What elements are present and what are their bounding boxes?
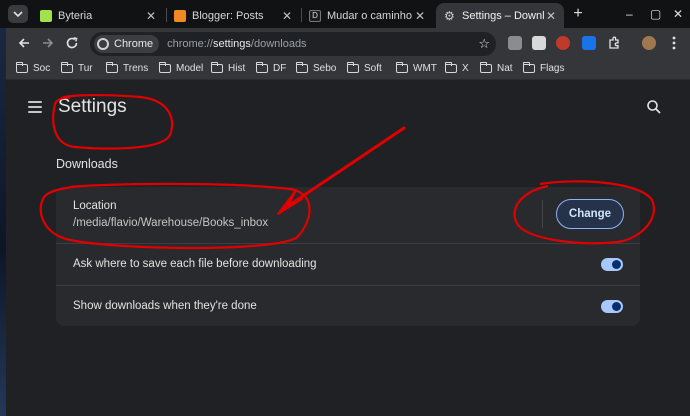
arrow-right-icon bbox=[43, 38, 54, 48]
window-close-button[interactable]: ✕ bbox=[673, 7, 683, 21]
location-divider bbox=[542, 200, 543, 228]
section-title-downloads: Downloads bbox=[56, 157, 118, 171]
change-location-button[interactable]: Change bbox=[556, 199, 624, 229]
address-bar[interactable]: Chrome chrome://settings/downloads ☆ bbox=[90, 32, 496, 56]
bookmark-folder-hist[interactable]: Hist bbox=[210, 62, 245, 74]
chrome-logo-icon bbox=[97, 38, 109, 50]
tab-strip: Byteria ✕ Blogger: Posts ✕ D Mudar o cam… bbox=[0, 0, 690, 28]
ask-where-to-save-label: Ask where to save each file before downl… bbox=[73, 258, 317, 270]
browser-toolbar: Chrome chrome://settings/downloads ☆ bbox=[6, 28, 690, 60]
page-title: Settings bbox=[58, 96, 127, 117]
reload-icon bbox=[66, 37, 78, 49]
folder-icon bbox=[444, 62, 457, 73]
show-downloads-row[interactable]: Show downloads when they're done bbox=[56, 285, 640, 326]
folder-icon bbox=[105, 62, 118, 73]
settings-header: Settings bbox=[6, 81, 690, 135]
tab-title: Settings – Downloa bbox=[462, 9, 544, 22]
site-info-chip[interactable]: Chrome bbox=[94, 35, 160, 53]
chip-label: Chrome bbox=[114, 38, 154, 50]
location-path: /media/flavio/Warehouse/Books_inbox bbox=[73, 217, 269, 229]
folder-icon bbox=[15, 62, 28, 73]
location-label: Location bbox=[73, 200, 117, 212]
bookmark-folder-flags[interactable]: Flags bbox=[522, 62, 564, 74]
close-icon[interactable]: ✕ bbox=[280, 9, 294, 23]
chevron-down-icon bbox=[13, 11, 23, 18]
folder-icon bbox=[395, 62, 408, 73]
url-text: chrome://settings/downloads bbox=[167, 38, 307, 50]
kebab-menu-icon bbox=[672, 36, 676, 50]
browser-window: Byteria ✕ Blogger: Posts ✕ D Mudar o cam… bbox=[0, 0, 690, 416]
tab-title: Blogger: Posts bbox=[192, 9, 264, 22]
bookmark-folder-wmt[interactable]: WMT bbox=[395, 62, 437, 74]
extension-play-icon[interactable] bbox=[508, 36, 522, 50]
folder-icon bbox=[210, 62, 223, 73]
hamburger-menu-icon[interactable] bbox=[28, 101, 42, 113]
gear-icon: ⚙ bbox=[444, 8, 455, 23]
forward-button[interactable] bbox=[40, 36, 56, 52]
toggle-knob bbox=[612, 260, 621, 269]
tab-mudar-o-caminho[interactable]: D Mudar o caminho d ✕ bbox=[301, 3, 433, 28]
location-row: Location /media/flavio/Warehouse/Books_i… bbox=[56, 187, 640, 242]
tab-blogger-posts[interactable]: Blogger: Posts ✕ bbox=[166, 3, 300, 28]
show-downloads-label: Show downloads when they're done bbox=[73, 300, 257, 312]
bookmark-folder-df[interactable]: DF bbox=[255, 62, 286, 74]
bookmark-folder-tur[interactable]: Tur bbox=[60, 62, 93, 74]
blogger-favicon-icon bbox=[174, 9, 186, 22]
bookmark-star-icon[interactable]: ☆ bbox=[478, 36, 490, 52]
bookmark-folder-nat[interactable]: Nat bbox=[479, 62, 513, 74]
toggle-knob bbox=[612, 302, 621, 311]
close-icon[interactable]: ✕ bbox=[413, 9, 427, 23]
new-tab-button[interactable]: + bbox=[570, 6, 586, 22]
tab-search-button[interactable] bbox=[8, 5, 28, 23]
bookmark-folder-trens[interactable]: Trens bbox=[105, 62, 148, 74]
folder-icon bbox=[346, 62, 359, 73]
browser-menu-button[interactable] bbox=[666, 36, 682, 52]
reload-button[interactable] bbox=[64, 36, 80, 52]
tab-byteria[interactable]: Byteria ✕ bbox=[32, 3, 164, 28]
folder-icon bbox=[60, 62, 73, 73]
bookmark-folder-model[interactable]: Model bbox=[158, 62, 203, 74]
folder-icon bbox=[158, 62, 171, 73]
folder-icon bbox=[295, 62, 308, 73]
bookmarks-bar: Soc Tur Trens Model Hist DF Sebo Soft WM… bbox=[6, 60, 690, 80]
folder-icon bbox=[255, 62, 268, 73]
ask-where-to-save-toggle[interactable] bbox=[601, 258, 623, 271]
downloads-settings-card: Location /media/flavio/Warehouse/Books_i… bbox=[56, 187, 640, 326]
profile-avatar[interactable] bbox=[642, 36, 656, 50]
tab-title: Byteria bbox=[58, 9, 93, 22]
extension-clipboard-icon[interactable] bbox=[532, 36, 546, 50]
bookmark-folder-soft[interactable]: Soft bbox=[346, 62, 382, 74]
close-icon[interactable]: ✕ bbox=[144, 9, 158, 23]
extension-plus-icon[interactable] bbox=[582, 36, 596, 50]
d-favicon-icon: D bbox=[309, 9, 321, 22]
maximize-button[interactable]: ▢ bbox=[650, 7, 661, 21]
arrow-left-icon bbox=[18, 38, 29, 48]
show-downloads-toggle[interactable] bbox=[601, 300, 623, 313]
folder-icon bbox=[522, 62, 535, 73]
search-icon[interactable] bbox=[646, 99, 662, 115]
extensions-puzzle-icon[interactable] bbox=[606, 36, 622, 52]
minimize-button[interactable]: – bbox=[626, 7, 633, 21]
tab-settings-downloads[interactable]: ⚙ Settings – Downloa ✕ bbox=[436, 3, 564, 28]
byteria-favicon-icon bbox=[40, 9, 52, 22]
ask-where-to-save-row[interactable]: Ask where to save each file before downl… bbox=[56, 243, 640, 285]
bookmark-folder-sebo[interactable]: Sebo bbox=[295, 62, 336, 74]
bookmark-folder-x[interactable]: X bbox=[444, 62, 469, 74]
tab-title: Mudar o caminho d bbox=[327, 9, 413, 22]
folder-icon bbox=[479, 62, 492, 73]
back-button[interactable] bbox=[16, 36, 32, 52]
ublock-icon[interactable] bbox=[556, 36, 570, 50]
close-icon[interactable]: ✕ bbox=[544, 9, 558, 23]
bookmark-folder-soc[interactable]: Soc bbox=[15, 62, 50, 74]
